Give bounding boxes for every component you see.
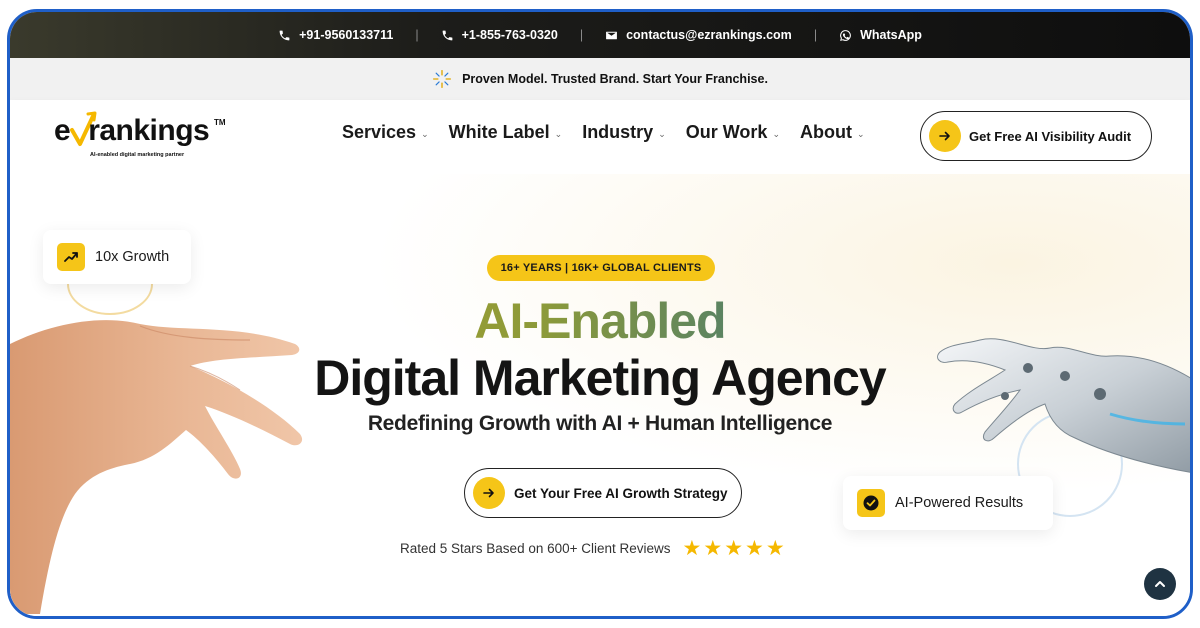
client-rating: Rated 5 Stars Based on 600+ Client Revie…	[400, 538, 785, 559]
growth-badge: 10x Growth	[43, 230, 191, 284]
email-link[interactable]: contactus@ezrankings.com	[605, 28, 792, 42]
star-icon: ★	[682, 537, 702, 560]
phone-number-2: +1-855-763-0320	[461, 28, 558, 42]
growth-badge-label: 10x Growth	[95, 249, 170, 265]
nav-label: About	[799, 122, 852, 142]
separator: |	[579, 28, 584, 42]
phone-icon	[442, 30, 452, 40]
nav-our-work[interactable]: Our Work ⌄	[686, 122, 780, 143]
nav-label: Industry	[582, 122, 654, 142]
logo-tagline: AI-enabled digital marketing partner	[90, 152, 185, 158]
chevron-down-icon: ⌄	[554, 128, 563, 139]
rating-stars: ★ ★ ★ ★ ★	[683, 538, 785, 559]
audit-button-label: Get Free AI Visibility Audit	[969, 128, 1132, 144]
star-icon: ★	[765, 537, 785, 560]
chevron-down-icon: ⌄	[658, 128, 666, 139]
chevron-down-icon: ⌄	[856, 128, 865, 139]
phone-link-us[interactable]: +1-855-763-0320	[441, 28, 558, 42]
arrow-right-icon	[929, 120, 961, 152]
headline-main: Digital Marketing Agency	[314, 350, 886, 406]
logo-trademark: TM	[214, 118, 226, 127]
contact-bar: +91-9560133711 | +1-855-763-0320 | conta…	[10, 12, 1190, 58]
chevron-up-icon	[1155, 581, 1165, 587]
nav-white-label[interactable]: White Label ⌄	[449, 122, 563, 143]
arrow-right-icon	[473, 477, 505, 509]
logo-wordmark: e rankings	[54, 114, 210, 148]
logo-brand: rankings	[88, 114, 210, 147]
nav-about[interactable]: About ⌄	[800, 122, 865, 143]
mail-icon	[606, 31, 618, 39]
nav-label: Services	[342, 122, 417, 142]
nav-industry[interactable]: Industry ⌄	[582, 122, 666, 143]
headline-ai-enabled: AI-Enabled	[10, 292, 1190, 350]
phone-link-india[interactable]: +91-9560133711	[278, 28, 393, 42]
check-badge-icon	[857, 489, 885, 517]
chevron-down-icon: ⌄	[772, 128, 780, 139]
experience-pill: 16+ YEARS | 16K+ GLOBAL CLIENTS	[487, 255, 715, 281]
star-icon: ★	[745, 537, 764, 560]
email-address: contactus@ezrankings.com	[626, 28, 792, 42]
trend-up-icon	[57, 243, 85, 271]
phone-icon	[279, 30, 290, 40]
nav-label: White Label	[448, 122, 550, 142]
scroll-to-top-button[interactable]	[1144, 568, 1176, 600]
ezrankings-logo[interactable]: e rankings TM AI-enabled digital marketin…	[54, 110, 234, 164]
ai-results-badge: AI-Powered Results	[843, 476, 1053, 530]
cta-label: Get Your Free AI Growth Strategy	[514, 485, 728, 501]
hero-section: 10x Growth 16+ YEARS | 16K+ GLOBAL CLIEN…	[10, 174, 1190, 616]
page-frame: +91-9560133711 | +1-855-763-0320 | conta…	[7, 9, 1193, 619]
whatsapp-icon	[840, 29, 851, 41]
whatsapp-link[interactable]: WhatsApp	[839, 28, 922, 42]
announcement-text: Proven Model. Trusted Brand. Start Your …	[462, 72, 768, 86]
star-icon: ★	[703, 537, 723, 560]
separator: |	[415, 28, 419, 42]
nav-label: Our Work	[685, 122, 768, 142]
free-audit-button[interactable]: Get Free AI Visibility Audit	[920, 111, 1152, 161]
subheadline: Redefining Growth with AI + Human Intell…	[367, 412, 833, 435]
spark-icon	[433, 70, 452, 89]
site-header: e rankings TM AI-enabled digital marketin…	[10, 100, 1190, 174]
main-nav: Services ⌄ White Label ⌄ Industry ⌄ Our …	[342, 122, 865, 143]
results-badge-label: AI-Powered Results	[895, 495, 1024, 511]
logo-prefix: e	[54, 114, 71, 147]
chevron-down-icon: ⌄	[421, 128, 429, 139]
nav-services[interactable]: Services ⌄	[342, 122, 429, 143]
rating-text: Rated 5 Stars Based on 600+ Client Revie…	[400, 541, 671, 556]
separator: |	[813, 28, 818, 42]
whatsapp-label: WhatsApp	[860, 28, 922, 42]
growth-strategy-button[interactable]: Get Your Free AI Growth Strategy	[464, 468, 742, 518]
franchise-announcement[interactable]: Proven Model. Trusted Brand. Start Your …	[10, 58, 1190, 100]
star-icon: ★	[724, 537, 744, 560]
phone-number-1: +91-9560133711	[299, 28, 394, 42]
